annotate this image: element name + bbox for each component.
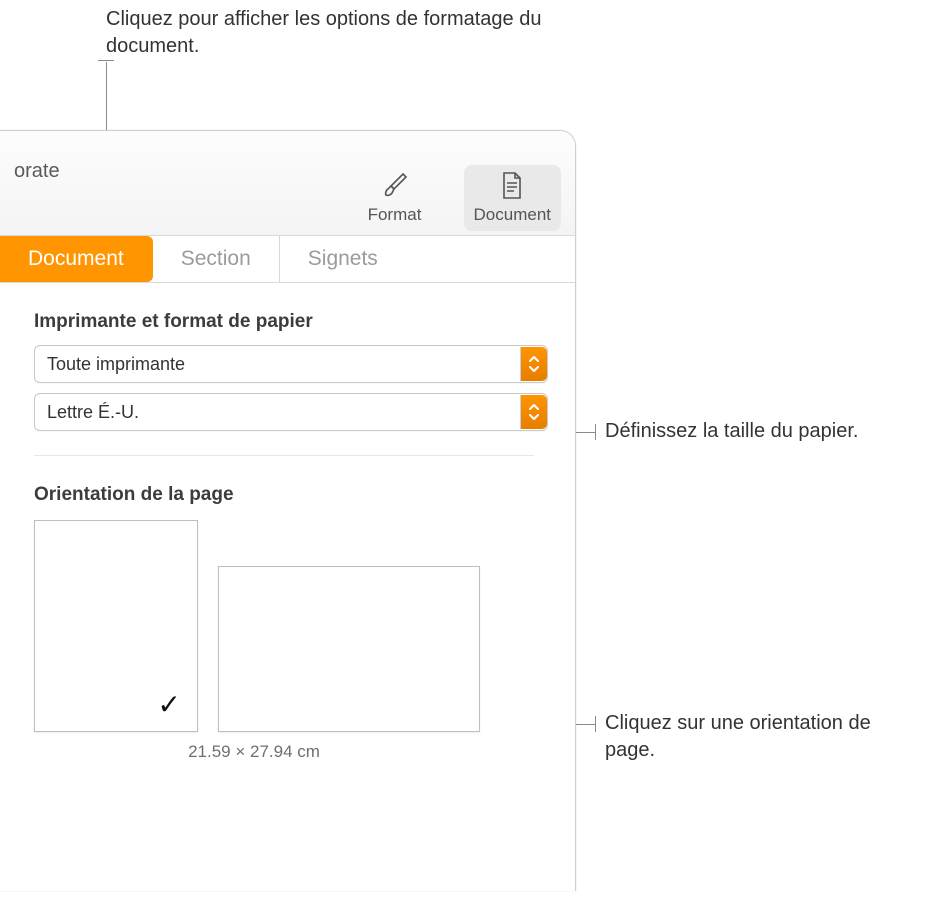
callout-orientation: Cliquez sur une orientation de page. (605, 710, 915, 764)
toolbar: orate Format (0, 131, 575, 236)
checkmark-icon: ✓ (158, 688, 181, 721)
popup-stepper-icon (520, 395, 547, 429)
callout-paper-tick (595, 424, 596, 440)
inspector-window: orate Format (0, 130, 576, 891)
printer-popup[interactable]: Toute imprimante (34, 345, 548, 383)
orientation-landscape[interactable] (218, 566, 480, 732)
page-dimensions: 21.59 × 27.94 cm (34, 742, 474, 762)
orientation-portrait[interactable]: ✓ (34, 520, 198, 732)
document-icon (497, 171, 527, 201)
section-title-orientation: Orientation de la page (34, 484, 541, 506)
paper-size-popup-value: Lettre É.-U. (47, 402, 139, 423)
callout-top-tick (98, 60, 114, 61)
toolbar-button-collaborate-fragment[interactable]: orate (14, 160, 60, 203)
paintbrush-icon (380, 171, 410, 201)
toolbar-button-document[interactable]: Document (464, 165, 561, 231)
divider (34, 455, 534, 456)
tab-document[interactable]: Document (0, 236, 153, 282)
callout-top: Cliquez pour afficher les options de for… (106, 6, 626, 60)
tab-section[interactable]: Section (153, 236, 280, 282)
callout-orientation-tick (595, 716, 596, 732)
orientation-row: ✓ (34, 520, 541, 732)
section-title-printer: Imprimante et format de papier (34, 311, 541, 333)
paper-size-popup[interactable]: Lettre É.-U. (34, 393, 548, 431)
printer-popup-value: Toute imprimante (47, 354, 185, 375)
callout-paper: Définissez la taille du papier. (605, 418, 905, 445)
toolbar-label-document: Document (474, 205, 551, 225)
tab-signets[interactable]: Signets (280, 236, 406, 282)
popup-stepper-icon (520, 347, 547, 381)
toolbar-label-format: Format (368, 205, 422, 225)
toolbar-button-format[interactable]: Format (350, 165, 440, 231)
inspector-tabs: Document Section Signets (0, 236, 575, 283)
document-pane: Imprimante et format de papier Toute imp… (0, 283, 575, 790)
